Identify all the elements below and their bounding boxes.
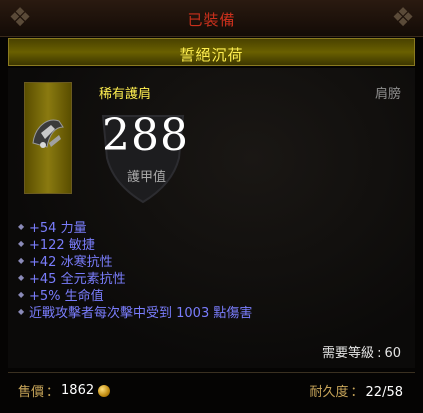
- armor-label: 護甲值: [127, 170, 167, 185]
- item-tooltip: ❖ 已裝備 ❖ 誓絕沉荷 稀有護肩 肩膀 288 護甲值 ◆ +54 力量 ◆ +1…: [0, 0, 423, 413]
- diamond-bullet-icon: ◆: [18, 307, 25, 316]
- required-level: 需要等級:60: [322, 346, 401, 361]
- item-slot: 肩膀: [374, 87, 401, 102]
- affix: ◆ +54 力量: [18, 221, 87, 236]
- item-name: 誓絕沉荷: [179, 46, 244, 64]
- sell-price: 售價： 1862: [18, 381, 111, 400]
- shoulder-armor-icon: [32, 119, 64, 148]
- durability: 耐久度： 22/58: [309, 385, 404, 400]
- item-icon-frame: [24, 82, 72, 194]
- affix: ◆ +45 全元素抗性: [18, 272, 126, 287]
- diamond-bullet-icon: ◆: [18, 222, 25, 231]
- price-value: 1862: [61, 383, 95, 398]
- required-level-label: 需要等級: [322, 346, 375, 361]
- item-name-bar: 誓絕沉荷: [8, 38, 415, 66]
- durability-value: 22/58: [365, 385, 403, 400]
- price-label: 售價: [18, 385, 45, 400]
- required-level-value: 60: [384, 346, 401, 361]
- diamond-bullet-icon: ◆: [18, 239, 25, 248]
- affix-list: ◆ +54 力量 ◆ +122 敏捷 ◆ +42 冰寒抗性 ◆ +45 全元素抗性 ◆ +…: [18, 218, 253, 321]
- affix: ◆ +42 冰寒抗性: [18, 255, 113, 270]
- diamond-bullet-icon: ◆: [18, 256, 25, 265]
- durability-label: 耐久度: [309, 385, 349, 400]
- gold-coin-icon: [98, 384, 111, 397]
- item-details: 稀有護肩 肩膀 288 護甲值 ◆ +54 力量 ◆ +122 敏捷 ◆ +42 冰寒…: [8, 68, 415, 368]
- armor-value: 288: [102, 110, 189, 161]
- diamond-bullet-icon: ◆: [18, 290, 25, 299]
- diamond-bullet-icon: ◆: [18, 273, 25, 282]
- skull-corner-icon: ❖: [391, 3, 415, 33]
- item-type: 稀有護肩: [99, 87, 152, 102]
- equipped-label: 已裝備: [187, 11, 236, 29]
- affix: ◆ +122 敏捷: [18, 238, 95, 253]
- tooltip-footer: 售價： 1862 耐久度： 22/58: [8, 372, 415, 405]
- affix: ◆ 近戰攻擊者每次擊中受到 1003 點傷害: [18, 306, 253, 321]
- affix: ◆ +5% 生命值: [18, 289, 104, 304]
- equipped-header: ❖ 已裝備 ❖: [0, 0, 423, 37]
